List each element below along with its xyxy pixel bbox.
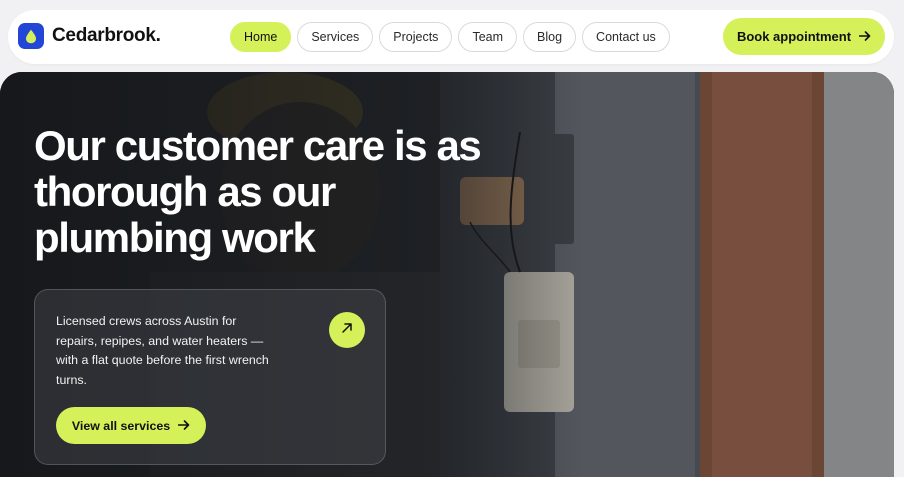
brand-logo[interactable]: Cedarbrook.: [18, 23, 161, 49]
brand-name-text: Cedarbrook: [52, 25, 156, 46]
book-appointment-label: Book appointment: [736, 29, 852, 44]
hero-info-card: Licensed crews across Austin for repairs…: [34, 289, 386, 465]
hero-section: Our customer care is as thorough as our …: [0, 72, 894, 477]
arrow-right-icon: [858, 29, 871, 44]
site-header: Cedarbrook. Home Services Projects Team …: [8, 10, 894, 64]
hero-description: Licensed crews across Austin for repairs…: [56, 314, 269, 387]
nav-item-team[interactable]: Team: [458, 22, 518, 52]
book-appointment-button[interactable]: Book appointment: [723, 18, 885, 55]
brand-name: Cedarbrook.: [52, 25, 161, 47]
nav-item-services[interactable]: Services: [297, 22, 374, 52]
view-all-services-label: View all services: [71, 418, 171, 433]
brand-dot: .: [155, 25, 161, 46]
main-nav: Home Services Projects Team Blog Contact…: [230, 22, 670, 52]
view-all-services-button[interactable]: View all services: [56, 407, 206, 444]
nav-item-projects[interactable]: Projects: [379, 22, 453, 52]
card-arrow-button[interactable]: [329, 312, 365, 348]
arrow-right-icon: [177, 419, 190, 433]
nav-item-home[interactable]: Home: [230, 22, 292, 52]
nav-item-contact[interactable]: Contact us: [582, 22, 670, 52]
arrow-up-right-icon: [341, 321, 353, 339]
nav-item-blog[interactable]: Blog: [523, 22, 577, 52]
hero-title: Our customer care is as thorough as our …: [34, 122, 482, 261]
water-drop-icon: [18, 23, 44, 49]
